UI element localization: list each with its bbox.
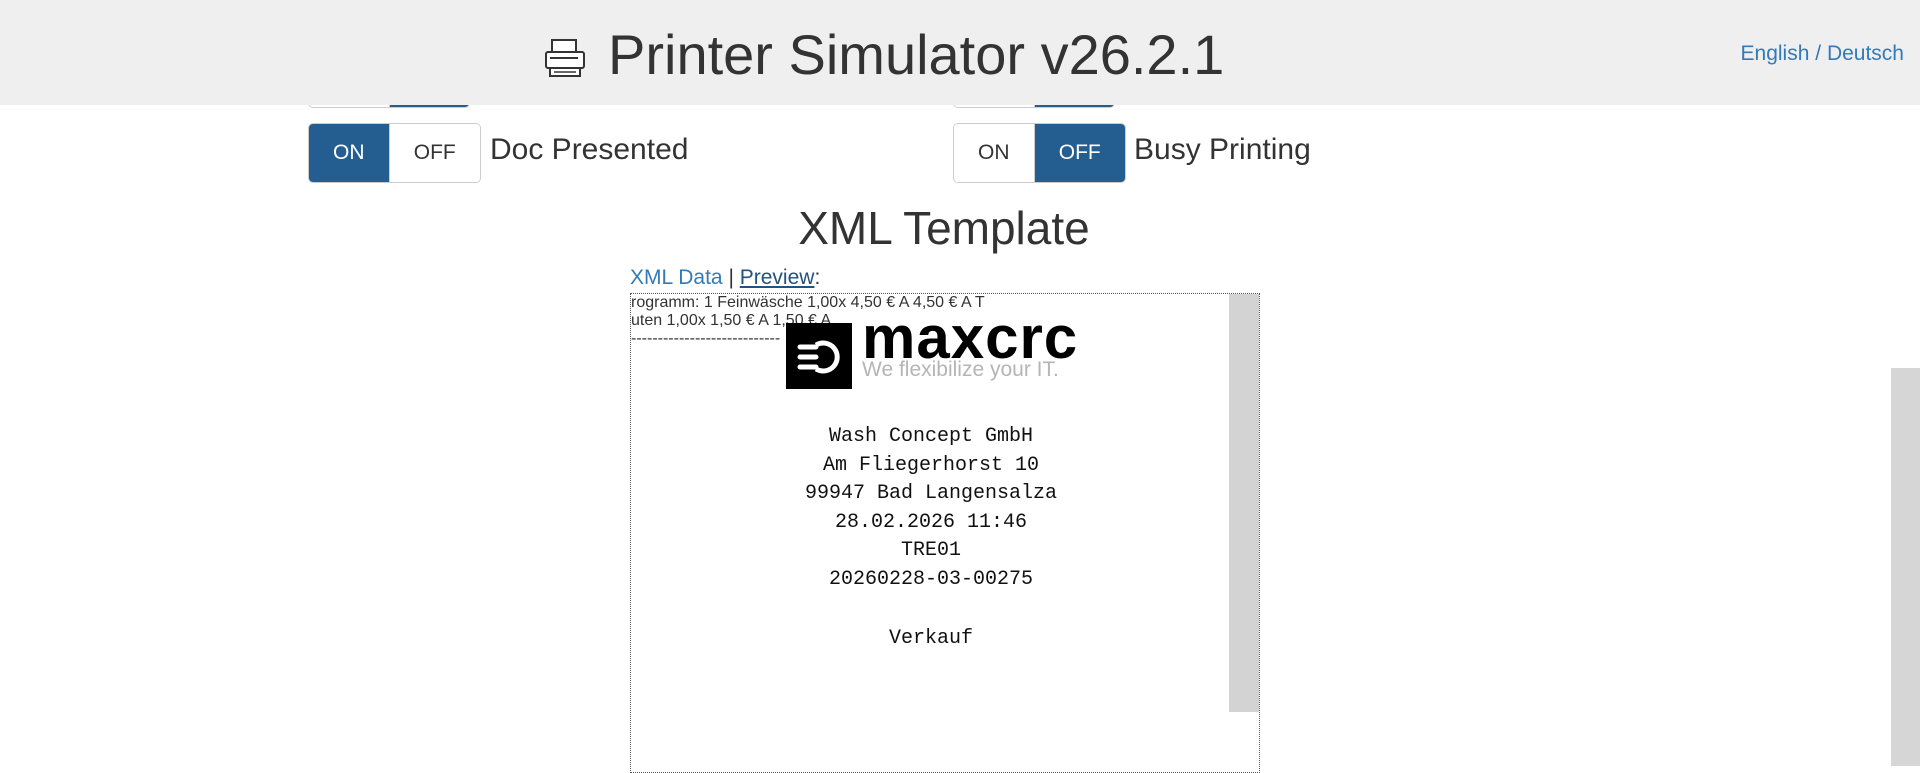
xml-template-heading: XML Template <box>798 202 1090 254</box>
doc-presented-on-button[interactable]: ON <box>309 124 389 182</box>
printer-icon <box>545 39 585 77</box>
doc-presented-label: Doc Presented <box>490 133 689 166</box>
doc-presented-off-button[interactable]: OFF <box>388 124 480 182</box>
xml-data-link[interactable]: XML Data <box>630 266 723 289</box>
receipt-terminal: TRE01 <box>900 539 961 563</box>
page-scrollbar[interactable] <box>1891 368 1920 766</box>
receipt-preview[interactable]: maxcrc We flexibilize your IT. Wash Conc… <box>630 293 1260 773</box>
receipt-city: 99947 Bad Langensalza <box>804 482 1058 506</box>
lang-separator: / <box>1815 42 1822 65</box>
maxcrc-logo: maxcrc We flexibilize your IT. <box>786 306 1086 390</box>
receipt-company: Wash Concept GmbH <box>828 425 1034 448</box>
tab-colon: : <box>814 266 821 289</box>
logo-mark-icon <box>797 340 840 374</box>
tab-separator: | <box>728 266 734 289</box>
busy-printing-on-button[interactable]: ON <box>954 124 1034 182</box>
preview-scrollbar[interactable] <box>1229 294 1259 712</box>
receipt-type: Verkauf <box>888 626 973 650</box>
maxcrc-logo-mark <box>786 323 852 389</box>
lang-deutsch-link[interactable]: Deutsch <box>1827 42 1904 65</box>
receipt-number: 20260228-03-00275 <box>828 567 1034 591</box>
preview-link[interactable]: Preview <box>740 266 815 289</box>
receipt-body: Wash Concept GmbH Am Fliegerhorst 10 999… <box>631 423 1231 653</box>
busy-printing-label: Busy Printing <box>1134 133 1311 166</box>
language-switcher: English / Deutsch <box>1741 42 1904 66</box>
template-view-tabs: XML Data | Preview: <box>630 265 820 291</box>
lang-english-link[interactable]: English <box>1741 42 1810 65</box>
logo-slogan: We flexibilize your IT. <box>862 358 1059 381</box>
busy-printing-off-button[interactable]: OFF <box>1033 124 1125 182</box>
receipt-datetime: 28.02.2026 11:46 <box>834 510 1028 534</box>
busy-printing-toggle[interactable]: ON OFF <box>953 123 1126 183</box>
doc-presented-toggle[interactable]: ON OFF <box>308 123 481 183</box>
app-header: Printer Simulator v26.2.1 English / Deut… <box>0 0 1920 105</box>
page-title: Printer Simulator v26.2.1 <box>608 23 1225 86</box>
receipt-street: Am Fliegerhorst 10 <box>822 453 1040 477</box>
